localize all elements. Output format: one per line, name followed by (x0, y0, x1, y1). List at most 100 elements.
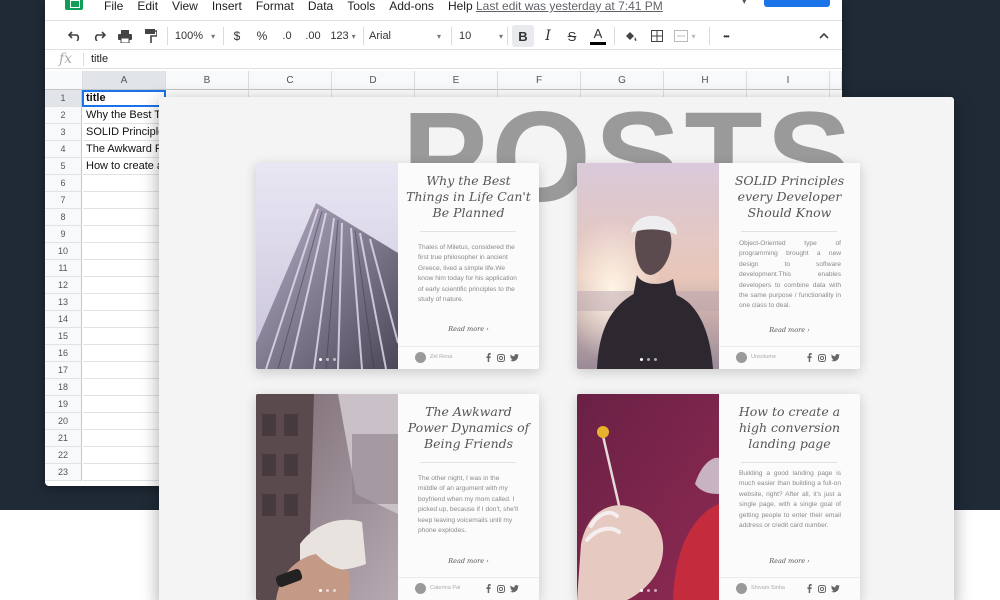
read-more-link[interactable]: Read more › (719, 326, 860, 334)
column-header-e[interactable]: E (415, 71, 498, 90)
cell[interactable] (83, 396, 166, 413)
post-card-4[interactable]: How to create a high conversion landing … (577, 394, 860, 600)
row-header-12[interactable]: 12 (45, 277, 82, 294)
row-header-8[interactable]: 8 (45, 209, 82, 226)
cell[interactable] (83, 277, 166, 294)
facebook-icon[interactable] (484, 584, 493, 593)
twitter-icon[interactable] (831, 353, 840, 362)
row-header-9[interactable]: 9 (45, 226, 82, 243)
row-header-7[interactable]: 7 (45, 192, 82, 209)
author-name[interactable]: Unsotume (751, 354, 776, 360)
carousel-dots[interactable] (577, 358, 719, 361)
twitter-icon[interactable] (831, 584, 840, 593)
avatar[interactable] (736, 352, 747, 363)
row-header-19[interactable]: 19 (45, 396, 82, 413)
post-title[interactable]: How to create a high conversion landing … (727, 404, 852, 452)
strikethrough-button[interactable]: S (562, 21, 582, 51)
instagram-icon[interactable] (496, 353, 505, 362)
currency-button[interactable]: $ (229, 21, 245, 51)
cell[interactable] (83, 209, 166, 226)
select-all-corner[interactable] (45, 71, 83, 90)
zoom-select[interactable]: 100% ▾ (172, 21, 218, 51)
percent-button[interactable]: % (253, 21, 271, 51)
cell-a4[interactable]: The Awkward P (83, 141, 166, 158)
avatar[interactable] (736, 583, 747, 594)
post-card-1[interactable]: Why the Best Things in Life Can't Be Pla… (256, 163, 539, 369)
cell-a1[interactable]: title (82, 90, 166, 107)
more-icon[interactable]: ••• (715, 21, 737, 51)
paint-format-icon[interactable] (141, 21, 161, 51)
bold-button[interactable]: B (512, 25, 534, 47)
column-header-c[interactable]: C (249, 71, 332, 90)
more-formats-select[interactable]: 123 ▾ (327, 21, 359, 51)
fill-color-icon[interactable] (621, 21, 641, 51)
cell[interactable] (83, 175, 166, 192)
decrease-decimal-button[interactable]: .0 (277, 21, 297, 51)
cell[interactable] (83, 430, 166, 447)
facebook-icon[interactable] (805, 353, 814, 362)
author-name[interactable]: Caterina Pal (430, 585, 460, 591)
post-card-2[interactable]: SOLID Principles every Developer Should … (577, 163, 860, 369)
row-header-20[interactable]: 20 (45, 413, 82, 430)
menu-help[interactable]: Help (448, 0, 473, 13)
cell[interactable] (83, 464, 166, 481)
instagram-icon[interactable] (817, 353, 826, 362)
menu-insert[interactable]: Insert (212, 0, 242, 13)
merge-cells-icon[interactable]: ▾ (671, 21, 699, 51)
read-more-link[interactable]: Read more › (719, 557, 860, 565)
cell[interactable] (83, 311, 166, 328)
column-header-h[interactable]: H (664, 71, 747, 90)
post-image-person-beach[interactable] (577, 163, 719, 369)
column-header-b[interactable]: B (166, 71, 249, 90)
cell[interactable] (83, 294, 166, 311)
row-header-17[interactable]: 17 (45, 362, 82, 379)
author-name[interactable]: Shivam Sinha (751, 585, 785, 591)
menu-tools[interactable]: Tools (347, 0, 375, 13)
post-title[interactable]: Why the Best Things in Life Can't Be Pla… (406, 173, 531, 221)
print-icon[interactable] (115, 21, 135, 51)
column-header-d[interactable]: D (332, 71, 415, 90)
column-header-f[interactable]: F (498, 71, 581, 90)
row-header-6[interactable]: 6 (45, 175, 82, 192)
row-header-15[interactable]: 15 (45, 328, 82, 345)
post-title[interactable]: The Awkward Power Dynamics of Being Frie… (406, 404, 531, 452)
font-select[interactable]: Arial ▾ (369, 21, 441, 51)
post-title[interactable]: SOLID Principles every Developer Should … (727, 173, 852, 221)
row-header-4[interactable]: 4 (45, 141, 82, 158)
cell[interactable] (83, 362, 166, 379)
avatar[interactable] (415, 583, 426, 594)
carousel-dots[interactable] (577, 589, 719, 592)
text-color-button[interactable]: A (588, 21, 608, 51)
cell[interactable] (83, 226, 166, 243)
row-header-3[interactable]: 3 (45, 124, 82, 141)
menu-edit[interactable]: Edit (137, 0, 158, 13)
post-card-3[interactable]: The Awkward Power Dynamics of Being Frie… (256, 394, 539, 600)
carousel-dots[interactable] (256, 589, 398, 592)
row-header-13[interactable]: 13 (45, 294, 82, 311)
author-name[interactable]: Zel Rena (430, 354, 452, 360)
borders-icon[interactable] (647, 21, 667, 51)
font-size-select[interactable]: 10 ▾ (459, 21, 503, 51)
formula-input[interactable]: title (91, 53, 108, 65)
menu-format[interactable]: Format (256, 0, 294, 13)
row-header-2[interactable]: 2 (45, 107, 82, 124)
instagram-icon[interactable] (817, 584, 826, 593)
undo-icon[interactable] (65, 21, 85, 51)
cell-a5[interactable]: How to create a (83, 158, 166, 175)
cell[interactable] (83, 379, 166, 396)
row-header-21[interactable]: 21 (45, 430, 82, 447)
post-image-coffee-cup[interactable] (256, 394, 398, 600)
cell[interactable] (83, 447, 166, 464)
cell[interactable] (83, 243, 166, 260)
cell[interactable] (83, 328, 166, 345)
cell[interactable] (83, 413, 166, 430)
row-header-11[interactable]: 11 (45, 260, 82, 277)
facebook-icon[interactable] (484, 353, 493, 362)
cell[interactable] (83, 192, 166, 209)
facebook-icon[interactable] (805, 584, 814, 593)
column-header-i[interactable]: I (747, 71, 830, 90)
chevron-down-icon[interactable]: ▾ (742, 0, 750, 6)
row-header-22[interactable]: 22 (45, 447, 82, 464)
post-image-building[interactable] (256, 163, 398, 369)
post-image-lollipop[interactable] (577, 394, 719, 600)
